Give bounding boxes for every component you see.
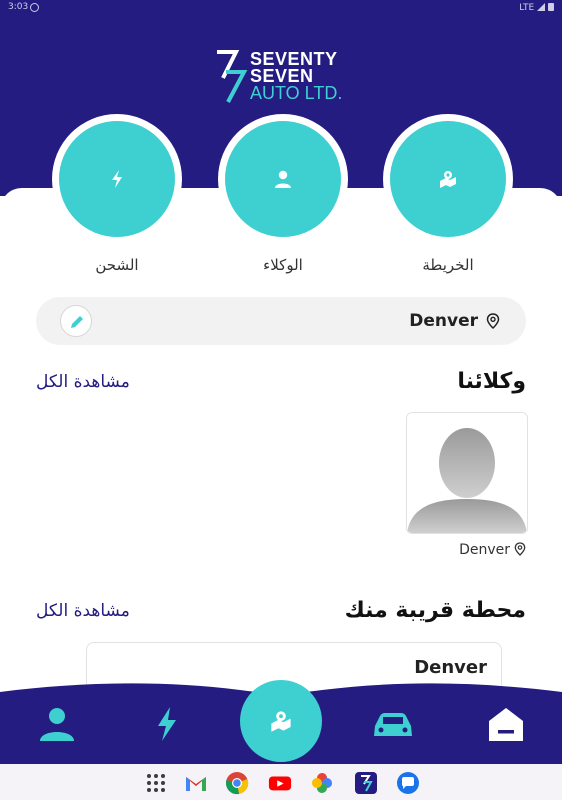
status-time: 3:03	[8, 2, 29, 12]
battery-icon	[548, 3, 554, 11]
charging-icon	[158, 707, 176, 741]
home-icon	[489, 708, 523, 741]
profile-icon	[40, 708, 74, 741]
status-bar: 3:03 LTE	[0, 0, 562, 16]
status-right: LTE	[519, 2, 554, 13]
pencil-icon	[71, 316, 83, 328]
chrome-icon[interactable]	[225, 771, 249, 795]
agent-card-image[interactable]	[406, 412, 528, 534]
network-label: LTE	[519, 3, 535, 13]
category-agents-circle[interactable]	[225, 121, 341, 237]
bolt-icon	[112, 170, 122, 188]
nav-map-button[interactable]	[240, 680, 322, 762]
edit-location-button[interactable]	[60, 305, 92, 337]
agent-location: Denver	[459, 542, 526, 558]
nav-profile[interactable]	[38, 705, 76, 747]
agents-see-all-link[interactable]: مشاهدة الكل	[36, 372, 130, 392]
category-charging[interactable]	[52, 114, 182, 244]
map-pin-icon	[440, 171, 456, 188]
location-bar[interactable]: Denver	[36, 297, 526, 345]
signal-icon	[537, 3, 546, 11]
stations-section-title: محطة قريبة منك	[344, 598, 526, 623]
nav-charging[interactable]	[152, 705, 182, 747]
station-name: Denver	[414, 657, 487, 678]
category-agents-label: الوكلاء	[263, 256, 303, 274]
category-map[interactable]	[383, 114, 513, 244]
youtube-icon[interactable]	[268, 771, 292, 795]
stations-see-all-link[interactable]: مشاهدة الكل	[36, 601, 130, 621]
nav-car[interactable]	[372, 710, 414, 744]
system-dock	[0, 764, 562, 800]
seventy-seven-app-icon[interactable]	[354, 771, 378, 795]
messages-icon[interactable]	[396, 771, 420, 795]
location-pin-icon	[514, 542, 526, 556]
category-charging-label: الشحن	[95, 256, 139, 274]
category-map-circle[interactable]	[390, 121, 506, 237]
photos-icon[interactable]	[310, 771, 334, 795]
car-icon	[374, 713, 412, 736]
category-map-label: الخريطة	[422, 256, 474, 274]
location-pin-icon	[486, 313, 500, 330]
map-icon	[271, 711, 291, 732]
agent-location-text: Denver	[459, 542, 510, 558]
notification-icon	[30, 3, 39, 12]
app-drawer-icon[interactable]	[144, 771, 168, 795]
current-location-text: Denver	[409, 311, 478, 331]
gmail-icon[interactable]	[184, 771, 208, 795]
logo-line-3: AUTO LTD.	[250, 83, 343, 103]
logo-mark-icon	[217, 50, 248, 103]
person-icon	[275, 170, 291, 188]
avatar-placeholder-icon	[407, 413, 527, 533]
current-location: Denver	[409, 311, 500, 331]
nav-home[interactable]	[487, 706, 525, 746]
category-agents[interactable]	[218, 114, 348, 244]
agents-section-title: وكلائنا	[457, 369, 526, 394]
brand-logo: SEVENTY SEVEN AUTO LTD.	[214, 50, 354, 104]
category-charging-circle[interactable]	[59, 121, 175, 237]
